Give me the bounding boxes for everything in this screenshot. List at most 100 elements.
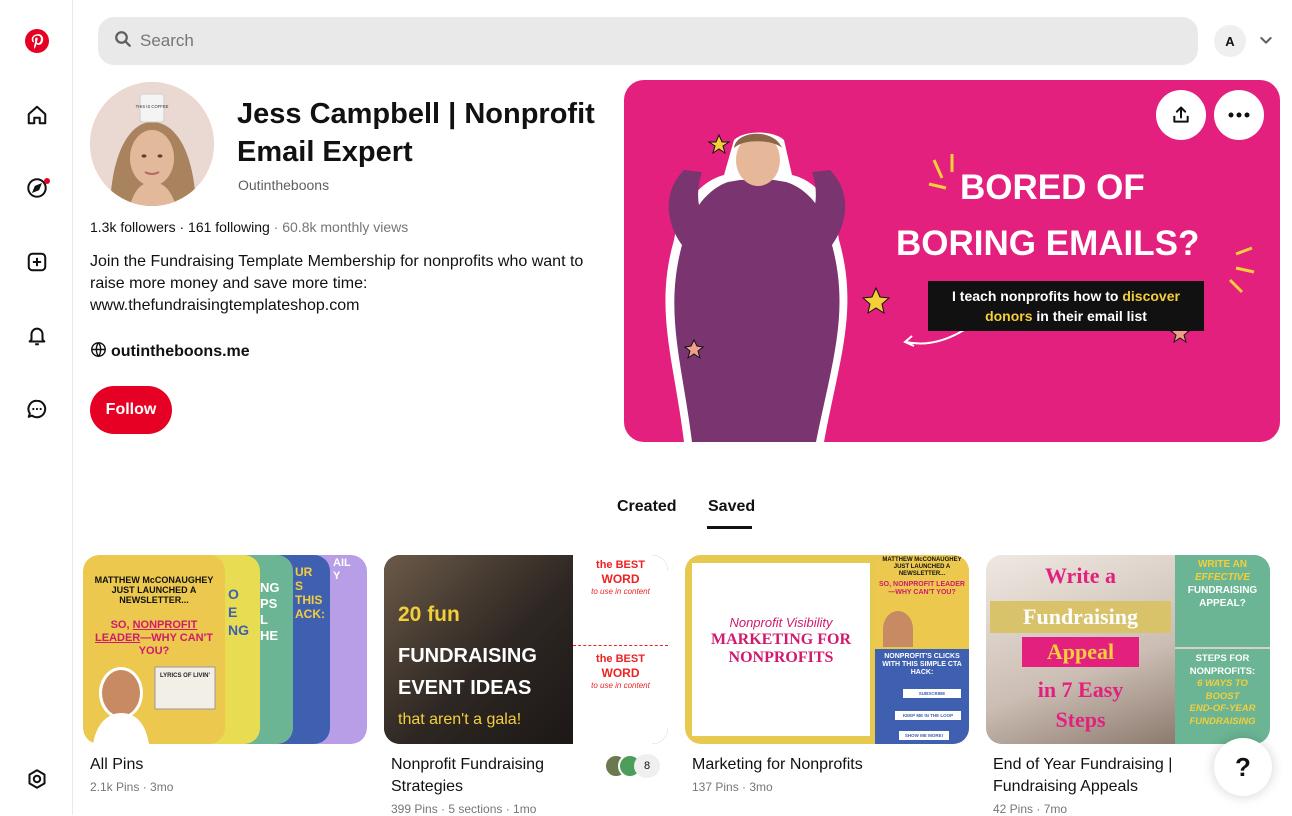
- side-line3: FUNDRAISING: [1187, 585, 1258, 596]
- cover-sub-2-highlight: donors: [985, 308, 1033, 324]
- pin-portrait: [93, 666, 216, 744]
- chevron-down-icon[interactable]: [1258, 32, 1274, 53]
- side-text-f: to use in content: [591, 681, 650, 690]
- side-text-d: the BEST: [596, 653, 645, 665]
- help-button[interactable]: ?: [1214, 738, 1272, 796]
- search-input[interactable]: [140, 31, 1040, 51]
- profile-avatar: THIS IS COFFEE: [90, 82, 214, 206]
- cover-sub-2: in their email list: [1032, 308, 1147, 324]
- pin-line5: Steps: [1055, 707, 1106, 732]
- stack-text-1: O E NG: [228, 586, 249, 638]
- website-link[interactable]: outintheboons.me: [111, 343, 250, 361]
- board-cover[interactable]: Nonprofit Visibility MARKETING FOR NONPR…: [685, 555, 969, 744]
- board-cover[interactable]: 20 fun FUNDRAISING EVENT IDEAS that aren…: [384, 555, 668, 744]
- side-bot-text: STEPS FOR NONPROFITS: 6 WAYS TO BOOST EN…: [1175, 653, 1270, 728]
- board-cover[interactable]: Write a Fundraising Appeal in 7 Easy Ste…: [986, 555, 1270, 744]
- pin-side-panel: the BEST WORD to use in content the BEST…: [573, 555, 668, 744]
- bell-icon[interactable]: [24, 323, 50, 349]
- stack-text-2: NG PS L HE: [260, 580, 280, 643]
- pin-side-top: MATTHEW McCONAUGHEY JUST LAUNCHED A NEWS…: [875, 555, 969, 647]
- more-options-button[interactable]: [1214, 90, 1264, 140]
- pin-book-title: LYRICS OF LIVIN': [160, 673, 210, 679]
- board-title[interactable]: Marketing for Nonprofits: [692, 754, 902, 776]
- pin-line1: 20 fun: [398, 603, 460, 626]
- cover-headline-2: BORING EMAILS?: [896, 224, 1200, 263]
- stack-text-4: AIL Y: [333, 557, 351, 582]
- mock-keep-button: KEEP ME IN THE LOOP: [895, 711, 961, 720]
- pin-line2: Fundraising: [990, 601, 1171, 633]
- stack-card-front: MATTHEW McCONAUGHEY JUST LAUNCHED A NEWS…: [83, 555, 225, 744]
- search-bar[interactable]: [98, 17, 1198, 65]
- side-top-text: MATTHEW McCONAUGHEY JUST LAUNCHED A NEWS…: [882, 557, 962, 577]
- settings-icon[interactable]: [24, 766, 50, 792]
- home-icon[interactable]: [24, 102, 50, 128]
- share-button[interactable]: [1156, 90, 1206, 140]
- mug-text: THIS IS COFFEE: [136, 104, 169, 109]
- side-mid-text: SO, NONPROFIT LEADER—WHY CAN'T YOU?: [879, 581, 965, 596]
- pin-line3: Appeal: [1022, 637, 1139, 667]
- share-icon: [1173, 106, 1189, 123]
- left-sidebar: [0, 0, 73, 815]
- board-cover[interactable]: MATTHEW McCONAUGHEY JUST LAUNCHED A NEWS…: [83, 555, 367, 744]
- pin-line2: NONPROFITS: [728, 649, 834, 666]
- side-text-b: WORD: [601, 572, 640, 586]
- side-line10: FUNDRAISING: [1189, 715, 1256, 727]
- board-title[interactable]: All Pins: [90, 754, 300, 776]
- cover-sub-1: I teach nonprofits how to: [952, 288, 1123, 304]
- side-text-c: to use in content: [591, 587, 650, 596]
- stats-separator: ·: [273, 219, 279, 235]
- pinterest-logo-icon[interactable]: [24, 28, 50, 54]
- monthly-views: 60.8k monthly views: [282, 219, 409, 235]
- collaborator-count: 8: [634, 754, 660, 778]
- board-meta: 137 Pins · 3mo: [692, 780, 773, 794]
- messages-icon[interactable]: [24, 396, 50, 422]
- pin-line1: MARKETING FOR: [711, 631, 851, 648]
- board-title[interactable]: End of Year Fundraising | Fundraising Ap…: [993, 754, 1203, 798]
- stats-separator: ·: [179, 219, 185, 235]
- profile-name: Jess Campbell | Nonprofit Email Expert: [237, 98, 595, 168]
- pin-script: Nonprofit Visibility: [729, 615, 833, 630]
- create-icon[interactable]: [24, 249, 50, 275]
- pin-line2: FUNDRAISING: [398, 645, 537, 667]
- mock-more-button: SHOW ME MORE!: [899, 731, 949, 740]
- notification-dot: [44, 178, 50, 184]
- side-text-e: WORD: [601, 666, 640, 680]
- side-line7: 6 WAYS TO: [1197, 678, 1248, 689]
- board-meta: 2.1k Pins · 3mo: [90, 780, 174, 794]
- following-count[interactable]: 161 following: [188, 219, 270, 235]
- search-icon: [114, 30, 132, 53]
- follow-button[interactable]: Follow: [90, 386, 172, 434]
- side-top-text: WRITE AN EFFECTIVE FUNDRAISING APPEAL?: [1175, 558, 1270, 610]
- side-line1: WRITE AN: [1197, 559, 1248, 570]
- side-line8: BOOST: [1205, 690, 1240, 702]
- profile-website[interactable]: outintheboons.me: [90, 341, 250, 363]
- cover-headline-1: BORED OF: [960, 168, 1145, 207]
- board-title[interactable]: Nonprofit Fundraising Strategies: [391, 754, 601, 798]
- board-meta: 399 Pins · 5 sections · 1mo: [391, 802, 537, 816]
- side-divider: [573, 645, 668, 646]
- tab-created[interactable]: Created: [617, 498, 677, 516]
- explore-icon[interactable]: [24, 175, 50, 201]
- active-tab-indicator: [707, 526, 752, 529]
- cover-sub-1-highlight: discover: [1122, 288, 1180, 304]
- side-line9: END-OF-YEAR: [1189, 703, 1256, 714]
- side-line6: NONPROFITS:: [1189, 665, 1256, 677]
- profile-stats: 1.3k followers · 161 following · 60.8k m…: [90, 219, 408, 235]
- pin-line3: EVENT IDEAS: [398, 677, 532, 699]
- board-meta: 42 Pins · 7mo: [993, 802, 1068, 816]
- pin-side-bottom: STEPS FOR NONPROFITS: 6 WAYS TO BOOST EN…: [1175, 649, 1270, 744]
- side-line4: APPEAL?: [1199, 598, 1246, 609]
- profile-bio: Join the Fundraising Template Membership…: [90, 253, 584, 314]
- pin-line4: in 7 Easy: [1037, 677, 1124, 702]
- globe-icon: [90, 341, 107, 363]
- tab-saved[interactable]: Saved: [708, 498, 755, 516]
- cover-subtext: I teach nonprofits how to discover donor…: [928, 281, 1204, 331]
- side-line5: STEPS FOR: [1195, 653, 1250, 664]
- followers-count[interactable]: 1.3k followers: [90, 219, 176, 235]
- side-bot-text: NONPROFIT'S CLICKS WITH THIS SIMPLE CTA …: [882, 653, 962, 676]
- side-line2: EFFECTIVE: [1194, 572, 1250, 583]
- collaborators[interactable]: 8: [604, 754, 660, 778]
- ellipsis-icon: [1228, 112, 1250, 118]
- pin-line1: Write a: [1044, 563, 1117, 588]
- account-avatar[interactable]: A: [1214, 25, 1246, 57]
